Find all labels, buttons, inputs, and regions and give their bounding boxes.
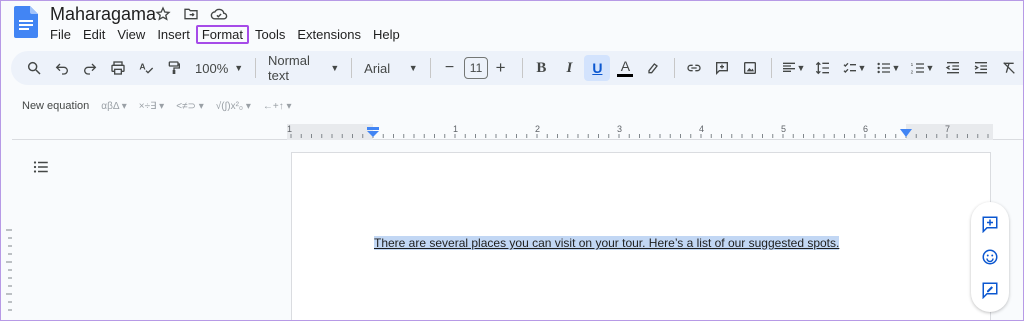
style-value: Normal text — [267, 53, 310, 83]
divider — [351, 58, 353, 78]
selected-paragraph[interactable]: There are several places you can visit o… — [374, 236, 840, 250]
arrows-dropdown[interactable]: ←+↑ ▾ — [263, 101, 292, 112]
equation-toolbar: New equation αβΔ ▾ ×÷∃ ▾ <≠⊃ ▾ √(∫)x²₀ ▾… — [22, 100, 292, 112]
menu-help[interactable]: Help — [367, 26, 406, 44]
svg-text:A: A — [139, 61, 146, 71]
cloud-saved-icon[interactable] — [210, 5, 228, 23]
align-menu-icon[interactable]: ▼ — [778, 55, 808, 81]
caret-down-icon: ▼ — [857, 63, 867, 73]
ruler-label: 4 — [699, 124, 705, 134]
ruler-label: 1 — [287, 124, 293, 134]
bold-button[interactable]: B — [528, 55, 554, 81]
menu-extensions[interactable]: Extensions — [291, 26, 367, 44]
svg-text:1: 1 — [910, 62, 913, 67]
caret-down-icon: ▼ — [234, 63, 244, 73]
menu-file[interactable]: File — [44, 26, 77, 44]
numbered-list-icon[interactable]: 1 2 ▼ — [906, 55, 938, 81]
misc-operations-dropdown[interactable]: ×÷∃ ▾ — [139, 101, 164, 112]
horizontal-ruler[interactable]: 1 1 2 3 4 5 6 7 — [287, 124, 993, 140]
add-comment-icon[interactable] — [709, 55, 735, 81]
print-icon[interactable] — [105, 55, 131, 81]
paint-format-icon[interactable] — [161, 55, 187, 81]
undo-icon[interactable] — [49, 55, 75, 81]
move-folder-icon[interactable] — [182, 5, 200, 23]
document-title[interactable]: Maharagama — [50, 4, 156, 25]
floating-action-panel — [971, 202, 1009, 312]
left-indent-marker-icon[interactable] — [367, 127, 379, 137]
relations-dropdown[interactable]: <≠⊃ ▾ — [176, 101, 204, 112]
add-comment-icon[interactable] — [980, 214, 1000, 234]
menu-bar: File Edit View Insert Format Tools Exten… — [44, 25, 406, 44]
docs-logo-icon[interactable] — [14, 6, 38, 38]
menu-view[interactable]: View — [111, 26, 151, 44]
search-menus-icon[interactable] — [21, 55, 47, 81]
caret-down-icon: ▼ — [408, 63, 418, 73]
insert-link-icon[interactable] — [681, 55, 707, 81]
svg-text:2: 2 — [910, 69, 913, 74]
clear-formatting-icon[interactable] — [996, 55, 1022, 81]
emoji-reaction-icon[interactable] — [980, 247, 1000, 267]
font-select[interactable]: Arial ▼ — [358, 55, 424, 81]
menu-edit[interactable]: Edit — [77, 26, 111, 44]
ruler-label: 7 — [945, 124, 951, 134]
caret-down-icon: ▼ — [925, 63, 935, 73]
suggest-edits-icon[interactable] — [980, 280, 1000, 300]
font-value: Arial — [364, 60, 391, 76]
font-size-input[interactable]: 11 — [464, 57, 488, 79]
caret-down-icon: ▼ — [330, 63, 340, 73]
text-color-swatch — [617, 74, 634, 77]
ruler-label: 5 — [781, 124, 787, 134]
divider — [255, 58, 256, 78]
line-spacing-icon[interactable] — [810, 55, 836, 81]
vertical-ruler — [6, 229, 12, 311]
menu-tools[interactable]: Tools — [249, 26, 291, 44]
ruler-label: 1 — [453, 124, 459, 134]
menu-format[interactable]: Format — [195, 25, 249, 44]
divider — [771, 58, 772, 78]
greek-letters-dropdown[interactable]: αβΔ ▾ — [101, 101, 126, 112]
toolbar: A 100% ▼ Normal text ▼ Arial ▼ − 11 + B … — [11, 51, 1024, 85]
insert-image-icon[interactable] — [737, 55, 763, 81]
caret-down-icon: ▼ — [891, 63, 901, 73]
ruler-label: 6 — [863, 124, 869, 134]
right-indent-marker-icon[interactable] — [900, 129, 912, 137]
underline-label: U — [592, 60, 603, 76]
underline-button[interactable]: U — [584, 55, 611, 81]
text-color-button[interactable]: A — [612, 55, 638, 81]
document-page[interactable]: There are several places you can visit o… — [291, 152, 991, 321]
text-color-label: A — [620, 58, 631, 74]
star-icon[interactable] — [154, 5, 172, 23]
math-operators-dropdown[interactable]: √(∫)x²₀ ▾ — [216, 101, 251, 112]
ruler-label: 2 — [535, 124, 541, 134]
increase-font-size-button[interactable]: + — [488, 55, 514, 81]
decrease-font-size-button[interactable]: − — [436, 55, 462, 81]
zoom-value: 100% — [195, 60, 229, 76]
divider — [429, 58, 431, 78]
highlight-color-icon[interactable] — [640, 55, 666, 81]
style-select[interactable]: Normal text ▼ — [262, 53, 345, 83]
spellcheck-icon[interactable]: A — [133, 55, 159, 81]
divider — [674, 58, 676, 78]
bulleted-list-icon[interactable]: ▼ — [872, 55, 904, 81]
ruler-label: 3 — [617, 124, 623, 134]
document-outline-icon[interactable] — [32, 158, 50, 176]
decrease-indent-icon[interactable] — [940, 55, 966, 81]
divider — [521, 58, 523, 78]
caret-down-icon: ▼ — [796, 63, 806, 73]
zoom-select[interactable]: 100% ▼ — [189, 55, 249, 81]
new-equation-button[interactable]: New equation — [22, 100, 89, 112]
italic-button[interactable]: I — [556, 55, 582, 81]
redo-icon[interactable] — [77, 55, 103, 81]
checklist-icon[interactable]: ▼ — [838, 55, 870, 81]
menu-insert[interactable]: Insert — [151, 26, 196, 44]
increase-indent-icon[interactable] — [968, 55, 994, 81]
